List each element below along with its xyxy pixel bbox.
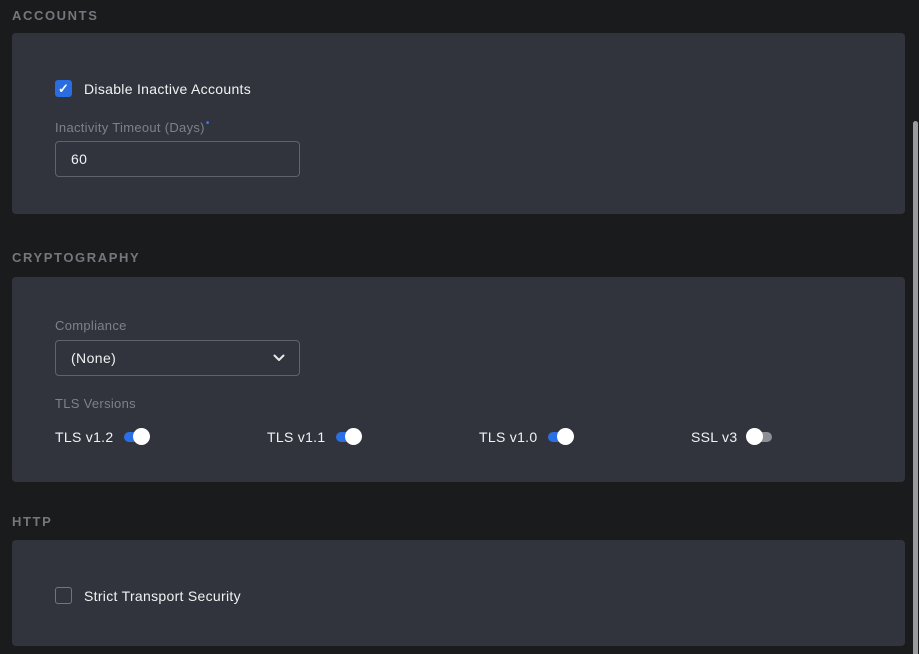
tls-versions-label: TLS Versions	[55, 397, 905, 410]
check-icon: ✓	[56, 81, 71, 96]
tls-toggle-row: TLS v1.2 TLS v1.1 TLS v1.0	[55, 428, 905, 445]
inactivity-timeout-input[interactable]	[55, 141, 300, 177]
disable-inactive-accounts-label: Disable Inactive Accounts	[84, 81, 251, 97]
scrollbar-thumb[interactable]	[913, 121, 918, 654]
inactivity-timeout-label: Inactivity Timeout (Days)•	[55, 117, 905, 134]
cryptography-section: CRYPTOGRAPHY Compliance (None) TLS Versi…	[12, 214, 905, 482]
section-title-http: HTTP	[12, 482, 905, 529]
tls-v1-1-label: TLS v1.1	[267, 429, 325, 445]
disable-inactive-accounts-row[interactable]: ✓ Disable Inactive Accounts	[55, 80, 905, 97]
section-title-accounts: ACCOUNTS	[12, 0, 905, 23]
tls-v1-0-toggle[interactable]	[547, 428, 573, 445]
strict-transport-security-label: Strict Transport Security	[84, 588, 241, 604]
ssl-v3-label: SSL v3	[691, 429, 737, 445]
disable-inactive-accounts-checkbox[interactable]: ✓	[55, 80, 72, 97]
tls-v1-1-toggle[interactable]	[335, 428, 361, 445]
tls-v1-0-label: TLS v1.0	[479, 429, 537, 445]
tls-v1-2-label: TLS v1.2	[55, 429, 113, 445]
cryptography-card: Compliance (None) TLS Versions TLS v1.2 …	[12, 277, 905, 482]
accounts-section: ACCOUNTS ✓ Disable Inactive Accounts Ina…	[12, 0, 905, 214]
toggle-knob	[746, 428, 763, 445]
tls-v1-0-item: TLS v1.0	[479, 428, 691, 445]
ssl-v3-item: SSL v3	[691, 428, 903, 445]
http-section: HTTP ✓ Strict Transport Security	[12, 482, 905, 646]
tls-v1-2-item: TLS v1.2	[55, 428, 267, 445]
section-title-cryptography: CRYPTOGRAPHY	[12, 214, 905, 265]
toggle-knob	[557, 428, 574, 445]
ssl-v3-toggle[interactable]	[747, 428, 773, 445]
compliance-label: Compliance	[55, 319, 905, 332]
tls-v1-2-toggle[interactable]	[123, 428, 149, 445]
required-marker: •	[206, 118, 210, 129]
toggle-knob	[345, 428, 362, 445]
toggle-knob	[133, 428, 150, 445]
strict-transport-security-row[interactable]: ✓ Strict Transport Security	[55, 587, 905, 604]
accounts-card: ✓ Disable Inactive Accounts Inactivity T…	[12, 33, 905, 214]
compliance-select[interactable]: (None)	[55, 340, 300, 376]
chevron-down-icon	[273, 354, 285, 362]
compliance-selected-value: (None)	[71, 350, 116, 366]
http-card: ✓ Strict Transport Security	[12, 540, 905, 646]
strict-transport-security-checkbox[interactable]: ✓	[55, 587, 72, 604]
tls-v1-1-item: TLS v1.1	[267, 428, 479, 445]
